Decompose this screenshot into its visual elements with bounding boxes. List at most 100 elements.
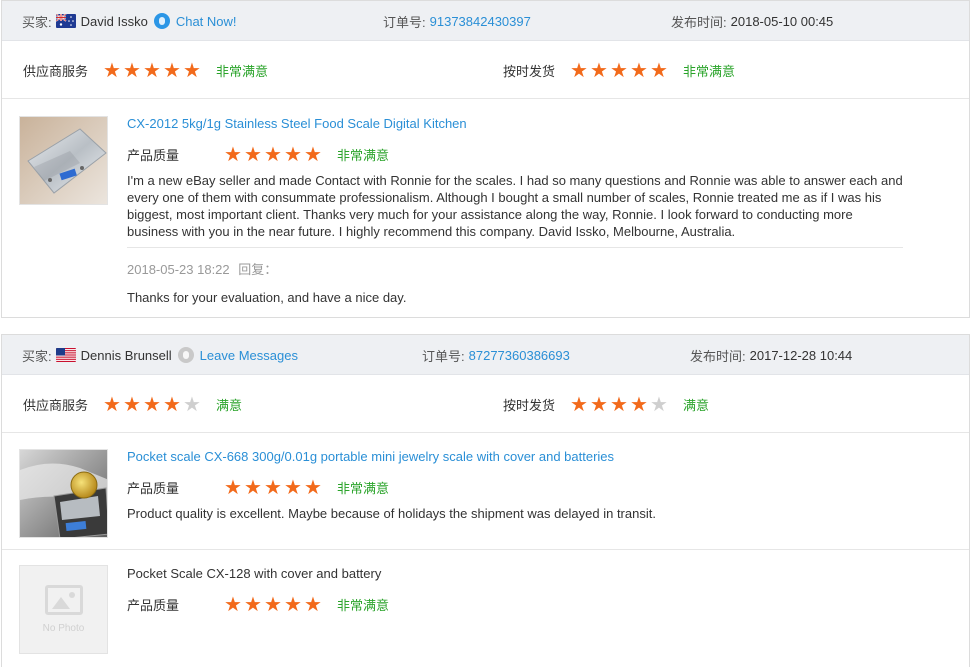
reply-time: 2018-05-23 18:22	[127, 262, 230, 277]
order-number-label: 订单号:	[383, 14, 426, 30]
seller-ratings: 供应商服务 ★ ★ ★ ★ ★ 满意 按时发货 ★ ★ ★ ★ ★ 满意	[2, 375, 969, 433]
order-number-link[interactable]: 87277360386693	[469, 348, 570, 363]
buyer-info: 买家: David Issko Chat Now!	[22, 1, 237, 41]
product-quality-label: 产品质量	[127, 147, 180, 163]
star-filled-icon: ★	[284, 592, 302, 616]
order-number-label: 订单号:	[422, 348, 465, 364]
star-filled-icon: ★	[630, 392, 648, 416]
publish-time-label: 发布时间:	[671, 14, 727, 30]
review-card: 买家: Dennis Brunsell Leave Messages 订单号: …	[1, 334, 970, 667]
kitchen-scale-image	[20, 117, 107, 204]
star-rating: ★ ★ ★ ★ ★	[569, 60, 669, 80]
product-title-link[interactable]: Pocket scale CX-668 300g/0.01g portable …	[127, 449, 903, 465]
star-filled-icon: ★	[630, 58, 648, 82]
buyer-label: 买家:	[22, 14, 52, 30]
supplier-service-label: 供应商服务	[23, 63, 89, 79]
publish-time: 2017-12-28 10:44	[749, 347, 853, 363]
reply-label: 回复：	[238, 262, 278, 277]
star-rating: ★ ★ ★ ★ ★	[223, 594, 323, 614]
star-filled-icon: ★	[183, 58, 201, 82]
star-empty-icon: ★	[183, 392, 201, 416]
no-photo-label: No Photo	[42, 623, 85, 634]
on-time-delivery-rating: 按时发货 ★ ★ ★ ★ ★ 满意	[503, 375, 709, 433]
product-quality-rating: 产品质量 ★ ★ ★ ★ ★ 非常满意	[127, 477, 903, 497]
order-number-link[interactable]: 91373842430397	[430, 14, 531, 29]
star-filled-icon: ★	[224, 142, 242, 166]
star-rating: ★ ★ ★ ★ ★	[102, 60, 202, 80]
star-filled-icon: ★	[163, 392, 181, 416]
reply-text: Thanks for your evaluation, and have a n…	[127, 290, 407, 305]
publish-time-label: 发布时间:	[690, 348, 746, 364]
star-rating: ★ ★ ★ ★ ★	[569, 394, 669, 414]
review-body: CX-2012 5kg/1g Stainless Steel Food Scal…	[127, 116, 903, 305]
review-item: CX-2012 5kg/1g Stainless Steel Food Scal…	[2, 99, 969, 317]
star-filled-icon: ★	[143, 392, 161, 416]
product-quality-label: 产品质量	[127, 597, 180, 613]
star-filled-icon: ★	[610, 58, 628, 82]
product-thumbnail[interactable]	[19, 116, 108, 205]
product-title: Pocket Scale CX-128 with cover and batte…	[127, 566, 382, 581]
product-title-link[interactable]: CX-2012 5kg/1g Stainless Steel Food Scal…	[127, 116, 903, 132]
star-filled-icon: ★	[163, 58, 181, 82]
publish-time: 2018-05-10 00:45	[730, 13, 834, 29]
review-header: 买家: David Issko Chat Now! 订单号: 913738424…	[2, 1, 969, 41]
chat-bubble-icon[interactable]	[177, 347, 194, 363]
australia-flag-icon	[55, 14, 76, 28]
satisfaction-level: 非常满意	[216, 63, 269, 79]
buyer-info: 买家: Dennis Brunsell Leave Messages	[22, 335, 298, 375]
product-thumbnail[interactable]	[19, 449, 108, 538]
product-quality-rating: 产品质量 ★ ★ ★ ★ ★ 非常满意	[127, 144, 903, 164]
star-filled-icon: ★	[103, 58, 121, 82]
star-filled-icon: ★	[264, 475, 282, 499]
product-quality-rating: 产品质量 ★ ★ ★ ★ ★ 非常满意	[127, 594, 903, 614]
seller-ratings: 供应商服务 ★ ★ ★ ★ ★ 非常满意 按时发货 ★ ★ ★ ★ ★ 非常满意	[2, 41, 969, 99]
star-filled-icon: ★	[590, 392, 608, 416]
satisfaction-level: 满意	[216, 397, 243, 413]
star-filled-icon: ★	[650, 58, 668, 82]
buyer-name: Dennis Brunsell	[80, 347, 172, 363]
image-placeholder-icon	[44, 585, 83, 615]
star-filled-icon: ★	[103, 392, 121, 416]
star-filled-icon: ★	[284, 142, 302, 166]
star-filled-icon: ★	[304, 592, 322, 616]
review-item: Pocket scale CX-668 300g/0.01g portable …	[2, 433, 969, 550]
review-body: Pocket scale CX-668 300g/0.01g portable …	[127, 449, 903, 522]
review-item: No Photo Pocket Scale CX-128 with cover …	[2, 550, 969, 667]
chat-bubble-icon[interactable]	[153, 13, 170, 29]
star-filled-icon: ★	[304, 475, 322, 499]
leave-messages-link[interactable]: Leave Messages	[200, 348, 298, 363]
star-filled-icon: ★	[570, 58, 588, 82]
star-filled-icon: ★	[570, 392, 588, 416]
order-info: 订单号: 91373842430397	[383, 1, 531, 41]
product-quality-label: 产品质量	[127, 480, 180, 496]
on-time-delivery-rating: 按时发货 ★ ★ ★ ★ ★ 非常满意	[503, 41, 735, 99]
star-rating: ★ ★ ★ ★ ★	[223, 144, 323, 164]
on-time-delivery-label: 按时发货	[503, 397, 556, 413]
supplier-service-rating: 供应商服务 ★ ★ ★ ★ ★ 非常满意	[23, 41, 268, 99]
star-filled-icon: ★	[264, 142, 282, 166]
reply-meta: 2018-05-23 18:22 回复：	[127, 259, 903, 278]
star-rating: ★ ★ ★ ★ ★	[223, 477, 323, 497]
pocket-scale-image	[20, 450, 107, 537]
star-filled-icon: ★	[304, 142, 322, 166]
star-filled-icon: ★	[610, 392, 628, 416]
star-filled-icon: ★	[244, 592, 262, 616]
seller-reply: 2018-05-23 18:22 回复： Thanks for your eva…	[127, 247, 903, 305]
review-card: 买家: David Issko Chat Now! 订单号: 913738424…	[1, 0, 970, 318]
star-filled-icon: ★	[123, 392, 141, 416]
publish-info: 发布时间: 2017-12-28 10:44	[690, 335, 852, 375]
review-body: Pocket Scale CX-128 with cover and batte…	[127, 566, 903, 614]
on-time-delivery-label: 按时发货	[503, 63, 556, 79]
satisfaction-level: 满意	[683, 397, 710, 413]
supplier-service-rating: 供应商服务 ★ ★ ★ ★ ★ 满意	[23, 375, 242, 433]
star-empty-icon: ★	[650, 392, 668, 416]
star-filled-icon: ★	[244, 475, 262, 499]
star-filled-icon: ★	[244, 142, 262, 166]
chat-now-link[interactable]: Chat Now!	[176, 14, 237, 29]
usa-flag-icon	[55, 348, 76, 362]
star-filled-icon: ★	[224, 475, 242, 499]
satisfaction-level: 非常满意	[337, 147, 390, 163]
buyer-name: David Issko	[80, 13, 148, 29]
star-filled-icon: ★	[123, 58, 141, 82]
satisfaction-level: 非常满意	[683, 63, 736, 79]
